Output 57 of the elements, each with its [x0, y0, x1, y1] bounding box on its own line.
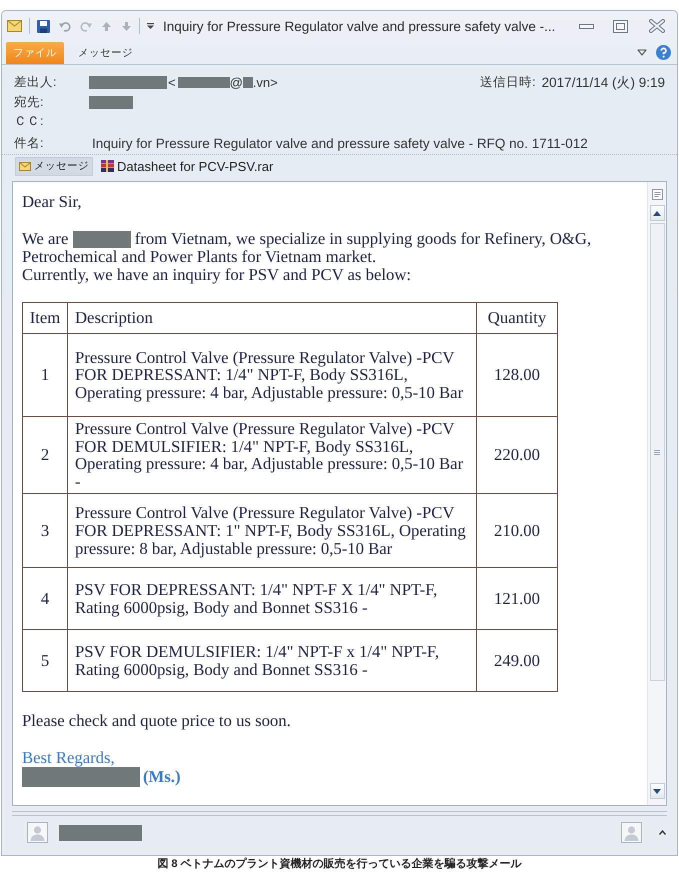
- table-cell: Pressure Control Valve (Pressure Regulator Valve) -PCV FOR DEPRESSANT: 1" NPT-F, Body SS316L, Operating pressure: 8 bar, Adjustable pressure: 0,5-10 Bar: [68, 494, 476, 568]
- close-icon: [649, 19, 665, 33]
- field-label: 送信日時:: [480, 74, 536, 92]
- caret-icon[interactable]: [637, 49, 647, 56]
- scroll-thumb[interactable]: [650, 223, 664, 681]
- undo-icon[interactable]: [59, 20, 71, 32]
- up-triangle-icon: [653, 210, 661, 216]
- scroll-down-button[interactable]: [650, 783, 664, 799]
- table-cell: 4: [22, 568, 68, 630]
- redaction-bar: [89, 96, 133, 109]
- table-cell: 121.00: [476, 568, 558, 630]
- table-cell: 2: [22, 416, 68, 494]
- field-value: Inquiry for Pressure Regulator valve and pressure safety valve - RFQ no. 1711-012: [91, 136, 588, 151]
- greeting-text: Dear Sir,: [22, 193, 83, 211]
- table-cell: 5: [22, 630, 68, 692]
- envelope-icon[interactable]: [7, 20, 22, 32]
- field-label: 件名:: [14, 134, 44, 152]
- signature-text: (Ms.): [22, 767, 181, 788]
- sent-time: 2017/11/14 (火) 9:19: [542, 74, 665, 92]
- down-triangle-icon: [653, 788, 661, 794]
- minimize-icon: [578, 24, 594, 28]
- caret-icon[interactable]: [147, 23, 154, 29]
- column-header: Description: [68, 302, 476, 334]
- table-cell: 249.00: [476, 630, 558, 692]
- books-icon: [101, 160, 114, 172]
- grip-icon: [654, 450, 660, 454]
- table-cell: Pressure Control Valve (Pressure Regulator Valve) -PCV FOR DEPRESSANT: 1/4" NPT-F, Body SS316L, Operating pressure: 4 bar, Adjustable pressure: 0,5-10 Bar: [68, 334, 476, 416]
- table-cell: PSV FOR DEPRESSANT: 1/4" NPT-F X 1/4" NPT-F, Rating 6000psig, Body and Bonnet SS316 -: [68, 568, 476, 630]
- column-header: Quantity: [476, 302, 558, 334]
- closing-text: Best Regards,: [22, 749, 116, 768]
- ribbon-tab[interactable]: メッセージ: [70, 42, 141, 64]
- field-value: < @ .vn>: [89, 75, 278, 90]
- field-label: 差出人:: [14, 74, 58, 92]
- body-paragraph: We are from Vietnam, we specialize in supplying goods for Refinery, O&G, Petrochemical and Power Plants for Vietnam market.: [22, 230, 592, 266]
- table-cell: 3: [22, 494, 68, 568]
- save-icon[interactable]: [37, 20, 50, 32]
- scroll-up-button[interactable]: [650, 205, 664, 221]
- envelope-icon: [19, 162, 31, 170]
- table-cell: 220.00: [476, 416, 558, 494]
- table-cell: PSV FOR DEMULSIFIER: 1/4" NPT-F x 1/4" NPT-F, Rating 6000psig, Body and Bonnet SS316 -: [68, 630, 476, 692]
- table-cell: 1: [22, 334, 68, 416]
- window-title: Inquiry for Pressure Regulator valve and pressure safety valve -...: [163, 18, 556, 34]
- table-cell: 210.00: [476, 494, 558, 568]
- attachment-file[interactable]: Datasheet for PCV-PSV.rar: [97, 156, 278, 176]
- page-icon[interactable]: [652, 189, 662, 200]
- body-text: Please check and quote price to us soon.: [22, 712, 292, 730]
- maximize-icon: [612, 20, 628, 32]
- figure-caption: 図 8 ベトナムのプラント資機材の販売を行っている企業を騙る攻撃メール: [156, 856, 523, 872]
- table-cell: Pressure Control Valve (Pressure Regulator Valve) -PCV FOR DEMULSIFIER: 1/4" NPT-F, Body SS316L, Operating pressure: 4 bar, Adjustable pressure: 0,5-10 Bar -: [68, 416, 476, 494]
- table-cell: 128.00: [476, 334, 558, 416]
- field-label: ＣＣ:: [14, 113, 44, 130]
- body-text: Currently, we have an inquiry for PSV and PCV as below:: [22, 266, 412, 284]
- help-icon[interactable]: [656, 45, 671, 60]
- column-header: Item: [22, 302, 68, 334]
- caret-up-icon[interactable]: [659, 830, 666, 835]
- message-tab[interactable]: メッセージ: [15, 156, 93, 176]
- field-label: 宛先:: [14, 94, 44, 111]
